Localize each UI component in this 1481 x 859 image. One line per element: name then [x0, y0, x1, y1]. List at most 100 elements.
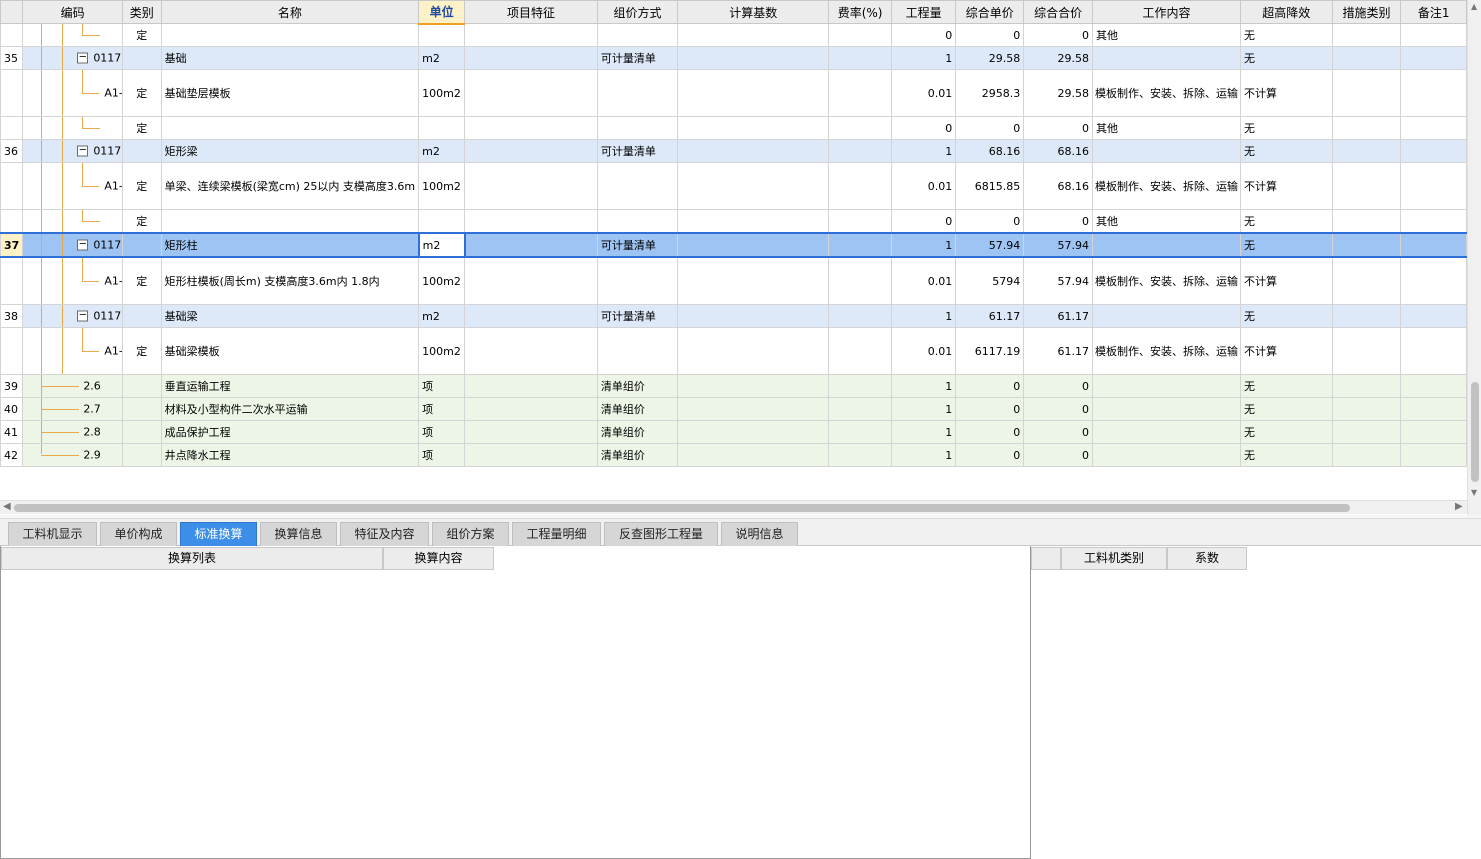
calc-base-cell[interactable]: [677, 232, 830, 258]
total-price-cell[interactable]: 29.58: [1023, 46, 1093, 70]
group-code[interactable]: 2.7: [83, 403, 101, 416]
note1-cell[interactable]: [1400, 69, 1467, 117]
quota-row[interactable]: 定 0 0 0 其他无: [0, 116, 1467, 140]
feature-cell[interactable]: [464, 162, 598, 210]
group-row[interactable]: 42 2.9 井点降水工程项清单组价 1 0 0 无: [0, 443, 1467, 467]
column-header-category[interactable]: 类别: [121, 0, 162, 24]
unit-cell[interactable]: 项: [418, 443, 466, 467]
measure-type-cell[interactable]: [1331, 327, 1402, 375]
rate-cell[interactable]: [828, 420, 892, 444]
quantity-cell[interactable]: 0: [890, 116, 957, 140]
row-number[interactable]: [0, 69, 24, 117]
note1-cell[interactable]: [1400, 443, 1467, 467]
unit-price-cell[interactable]: 61.17: [955, 304, 1025, 328]
quota-row[interactable]: A1-20-33定单梁、连续梁模板(梁宽cm) 25以内 支模高度3.6m100…: [0, 162, 1467, 210]
category-cell[interactable]: [121, 397, 162, 421]
name-cell[interactable]: 基础梁: [160, 304, 420, 328]
measure-type-cell[interactable]: [1331, 46, 1402, 70]
horizontal-scroll-thumb[interactable]: [14, 504, 1350, 512]
bill-item-row[interactable]: 38−011702005···基础梁m2可计量清单161.1761.17无: [0, 304, 1467, 328]
category-cell[interactable]: [121, 443, 162, 467]
total-price-cell[interactable]: 68.16: [1023, 139, 1093, 163]
quantity-cell[interactable]: 0.01: [890, 327, 957, 375]
row-number[interactable]: 36: [0, 139, 24, 163]
row-number[interactable]: 35: [0, 46, 24, 70]
work-content-cell[interactable]: [1091, 46, 1241, 70]
height-reduction-cell[interactable]: 无: [1239, 304, 1333, 328]
note1-cell[interactable]: [1400, 209, 1467, 234]
unit-cell[interactable]: m2: [418, 304, 466, 328]
category-cell[interactable]: 定: [121, 162, 162, 210]
column-header-rate[interactable]: 费率(%): [828, 0, 892, 24]
calc-base-cell[interactable]: [677, 327, 830, 375]
measure-type-cell[interactable]: [1331, 374, 1402, 398]
row-number[interactable]: [0, 256, 24, 305]
calc-base-cell[interactable]: [677, 116, 830, 140]
note1-cell[interactable]: [1400, 23, 1467, 47]
quota-code[interactable]: A1-20-15: [104, 275, 121, 288]
code-cell[interactable]: 2.8: [22, 420, 123, 444]
work-content-cell[interactable]: [1091, 420, 1241, 444]
category-cell[interactable]: 定: [121, 116, 162, 140]
pricing-method-cell[interactable]: 可计量清单: [596, 46, 679, 70]
feature-cell[interactable]: [464, 139, 598, 163]
column-header-feature[interactable]: 项目特征: [464, 0, 598, 24]
unit-cell[interactable]: 100m2: [418, 256, 466, 305]
work-content-cell[interactable]: 其他: [1091, 116, 1241, 140]
work-content-cell[interactable]: [1091, 443, 1241, 467]
calc-base-cell[interactable]: [677, 397, 830, 421]
name-cell[interactable]: 基础梁模板: [160, 327, 420, 375]
total-price-cell[interactable]: 0: [1023, 23, 1093, 47]
code-cell[interactable]: [22, 209, 123, 234]
feature-cell[interactable]: [464, 374, 598, 398]
unit-price-cell[interactable]: 0: [955, 420, 1025, 444]
unit-price-cell[interactable]: 0: [955, 374, 1025, 398]
quota-row[interactable]: A1-20-15定矩形柱模板(周长m) 支模高度3.6m内 1.8内100m2 0…: [0, 256, 1467, 305]
row-number[interactable]: [0, 23, 24, 47]
height-reduction-cell[interactable]: 无: [1239, 209, 1333, 234]
column-header-calc-base[interactable]: 计算基数: [677, 0, 830, 24]
bill-code[interactable]: 011702001···: [93, 52, 121, 65]
work-content-cell[interactable]: 模板制作、安装、拆除、运输: [1091, 256, 1241, 305]
calc-base-cell[interactable]: [677, 46, 830, 70]
unit-price-cell[interactable]: 29.58: [955, 46, 1025, 70]
work-content-cell[interactable]: [1091, 232, 1241, 258]
name-cell[interactable]: 矩形柱模板(周长m) 支模高度3.6m内 1.8内: [160, 256, 420, 305]
unit-cell[interactable]: [418, 23, 466, 47]
pricing-method-cell[interactable]: 清单组价: [596, 420, 679, 444]
total-price-cell[interactable]: 61.17: [1023, 304, 1093, 328]
height-reduction-cell[interactable]: 不计算: [1239, 256, 1333, 305]
row-number[interactable]: 42: [0, 443, 24, 467]
column-header-note1[interactable]: 备注1: [1400, 0, 1467, 24]
code-cell[interactable]: A1-20-12: [22, 69, 123, 117]
feature-cell[interactable]: [464, 232, 598, 258]
calc-base-cell[interactable]: [677, 374, 830, 398]
unit-cell[interactable]: 项: [418, 397, 466, 421]
bill-item-row[interactable]: 35−011702001···基础m2可计量清单129.5829.58无: [0, 46, 1467, 70]
calc-base-cell[interactable]: [677, 256, 830, 305]
category-cell[interactable]: 定: [121, 327, 162, 375]
work-content-cell[interactable]: 其他: [1091, 23, 1241, 47]
measure-type-cell[interactable]: [1331, 397, 1402, 421]
row-number[interactable]: [0, 209, 24, 234]
unit-cell[interactable]: 100m2: [418, 162, 466, 210]
horizontal-scrollbar[interactable]: ◀ ▶: [0, 500, 1467, 514]
pricing-method-cell[interactable]: 清单组价: [596, 374, 679, 398]
measure-type-cell[interactable]: [1331, 162, 1402, 210]
total-price-cell[interactable]: 29.58: [1023, 69, 1093, 117]
note1-cell[interactable]: [1400, 256, 1467, 305]
scroll-right-icon[interactable]: ▶: [1455, 501, 1463, 512]
column-header-height-reduction[interactable]: 超高降效: [1239, 0, 1333, 24]
unit-price-cell[interactable]: 0: [955, 23, 1025, 47]
total-price-cell[interactable]: 0: [1023, 209, 1093, 234]
height-reduction-cell[interactable]: 无: [1239, 23, 1333, 47]
pricing-method-cell[interactable]: [596, 209, 679, 234]
row-number[interactable]: 38: [0, 304, 24, 328]
category-cell[interactable]: 定: [121, 256, 162, 305]
pricing-method-cell[interactable]: [596, 69, 679, 117]
note1-cell[interactable]: [1400, 327, 1467, 375]
row-number[interactable]: [0, 162, 24, 210]
category-cell[interactable]: [121, 139, 162, 163]
vertical-scroll-thumb[interactable]: [1471, 382, 1479, 482]
measure-type-cell[interactable]: [1331, 420, 1402, 444]
